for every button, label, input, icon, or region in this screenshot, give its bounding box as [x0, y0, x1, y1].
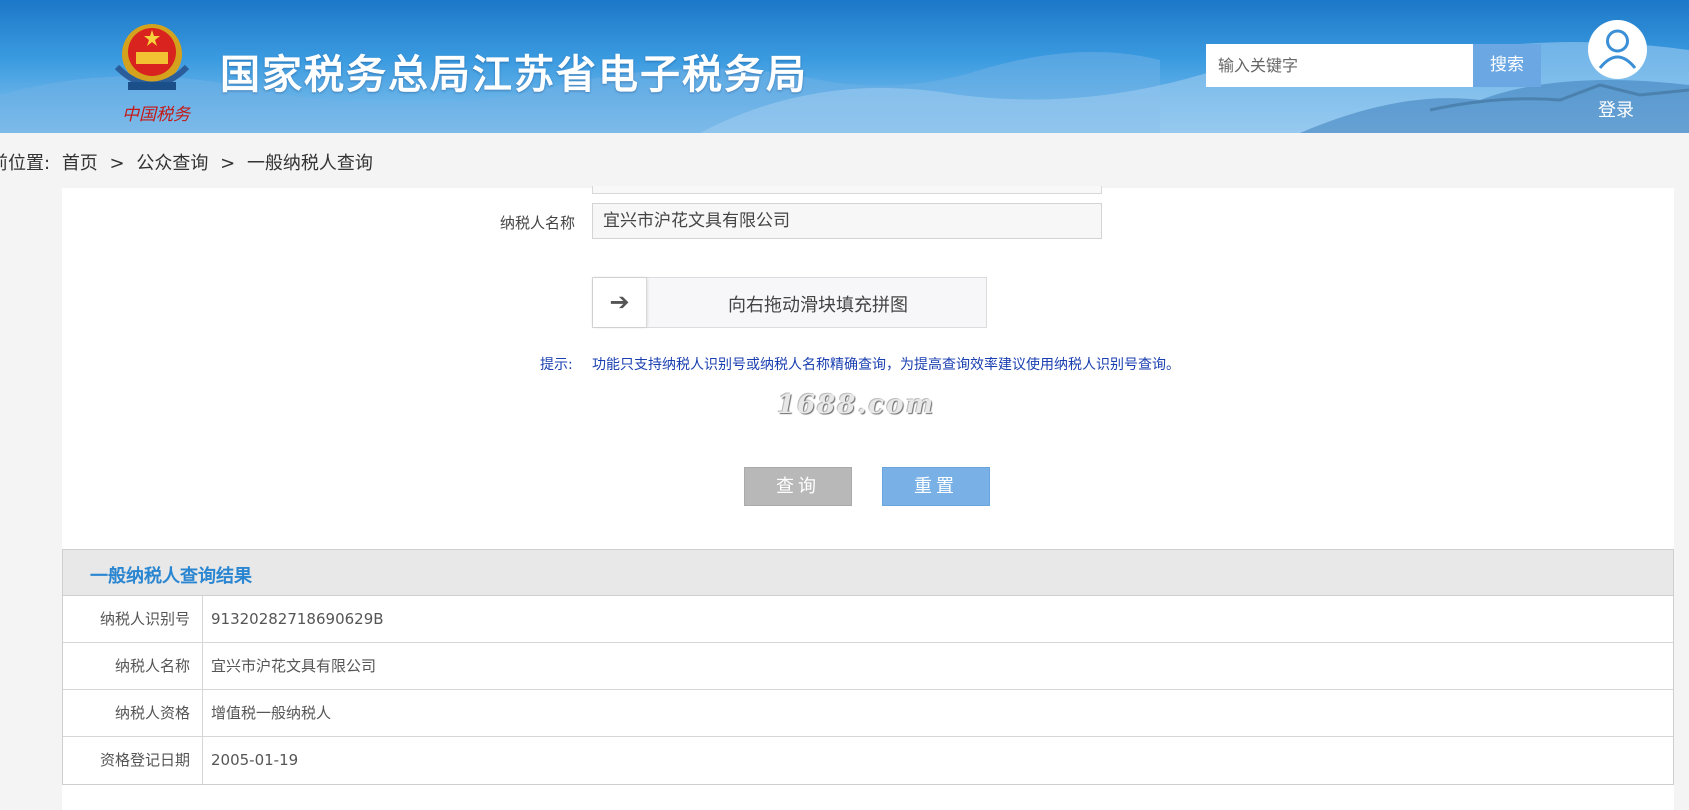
row-label: 纳税人识别号	[63, 596, 203, 642]
slider-instruction: 向右拖动滑块填充拼图	[728, 295, 908, 316]
taxpayer-name-input[interactable]: 宜兴市沪花文具有限公司	[592, 203, 1102, 239]
row-label: 纳税人资格	[63, 690, 203, 736]
taxpayer-name-label: 纳税人名称	[500, 214, 576, 232]
site-title: 国家税务总局江苏省电子税务局	[220, 52, 808, 98]
search-button[interactable]: 搜索	[1473, 44, 1541, 87]
breadcrumb: 前位置: 首页 > 公众查询 > 一般纳税人查询	[0, 149, 379, 175]
table-row: 纳税人名称 宜兴市沪花文具有限公司	[63, 643, 1673, 690]
taxpayer-id-field-partial[interactable]	[592, 186, 1102, 194]
slider-arrow-icon[interactable]: ➔	[593, 278, 647, 327]
breadcrumb-separator: >	[109, 153, 125, 174]
tip-label: 提示:	[540, 357, 573, 373]
row-value: 91320282718690629B	[211, 610, 384, 628]
row-label: 资格登记日期	[63, 737, 203, 784]
table-row: 资格登记日期 2005-01-19	[63, 737, 1673, 784]
tip-text: 功能只支持纳税人识别号或纳税人名称精确查询，为提高查询效率建议使用纳税人识别号查…	[592, 357, 1180, 373]
slider-captcha[interactable]: ➔ 向右拖动滑块填充拼图	[592, 277, 987, 328]
row-label: 纳税人名称	[63, 643, 203, 689]
user-avatar-icon[interactable]	[1588, 20, 1647, 79]
breadcrumb-public-query[interactable]: 公众查询	[136, 153, 208, 174]
row-value: 宜兴市沪花文具有限公司	[211, 657, 377, 675]
query-button[interactable]: 查询	[744, 467, 852, 506]
breadcrumb-separator: >	[220, 153, 236, 174]
row-value: 2005-01-19	[211, 751, 299, 769]
row-value: 增值税一般纳税人	[211, 704, 332, 722]
table-row: 纳税人识别号 91320282718690629B	[63, 596, 1673, 643]
login-link[interactable]: 登录	[1598, 96, 1634, 122]
result-header: 一般纳税人查询结果	[63, 550, 1673, 596]
result-title: 一般纳税人查询结果	[90, 566, 252, 587]
emblem-caption: 中国税务	[122, 105, 190, 125]
watermark: 1688.com	[777, 390, 936, 420]
result-table: 一般纳税人查询结果 纳税人识别号 91320282718690629B 纳税人名…	[62, 549, 1674, 785]
breadcrumb-current: 一般纳税人查询	[246, 153, 373, 174]
breadcrumb-label: 前位置:	[0, 153, 51, 174]
site-header: 中国税务 国家税务总局江苏省电子税务局 搜索 登录	[0, 0, 1689, 133]
breadcrumb-home[interactable]: 首页	[62, 153, 98, 174]
table-row: 纳税人资格 增值税一般纳税人	[63, 690, 1673, 737]
reset-button[interactable]: 重置	[882, 467, 990, 506]
search-input[interactable]	[1206, 44, 1473, 87]
